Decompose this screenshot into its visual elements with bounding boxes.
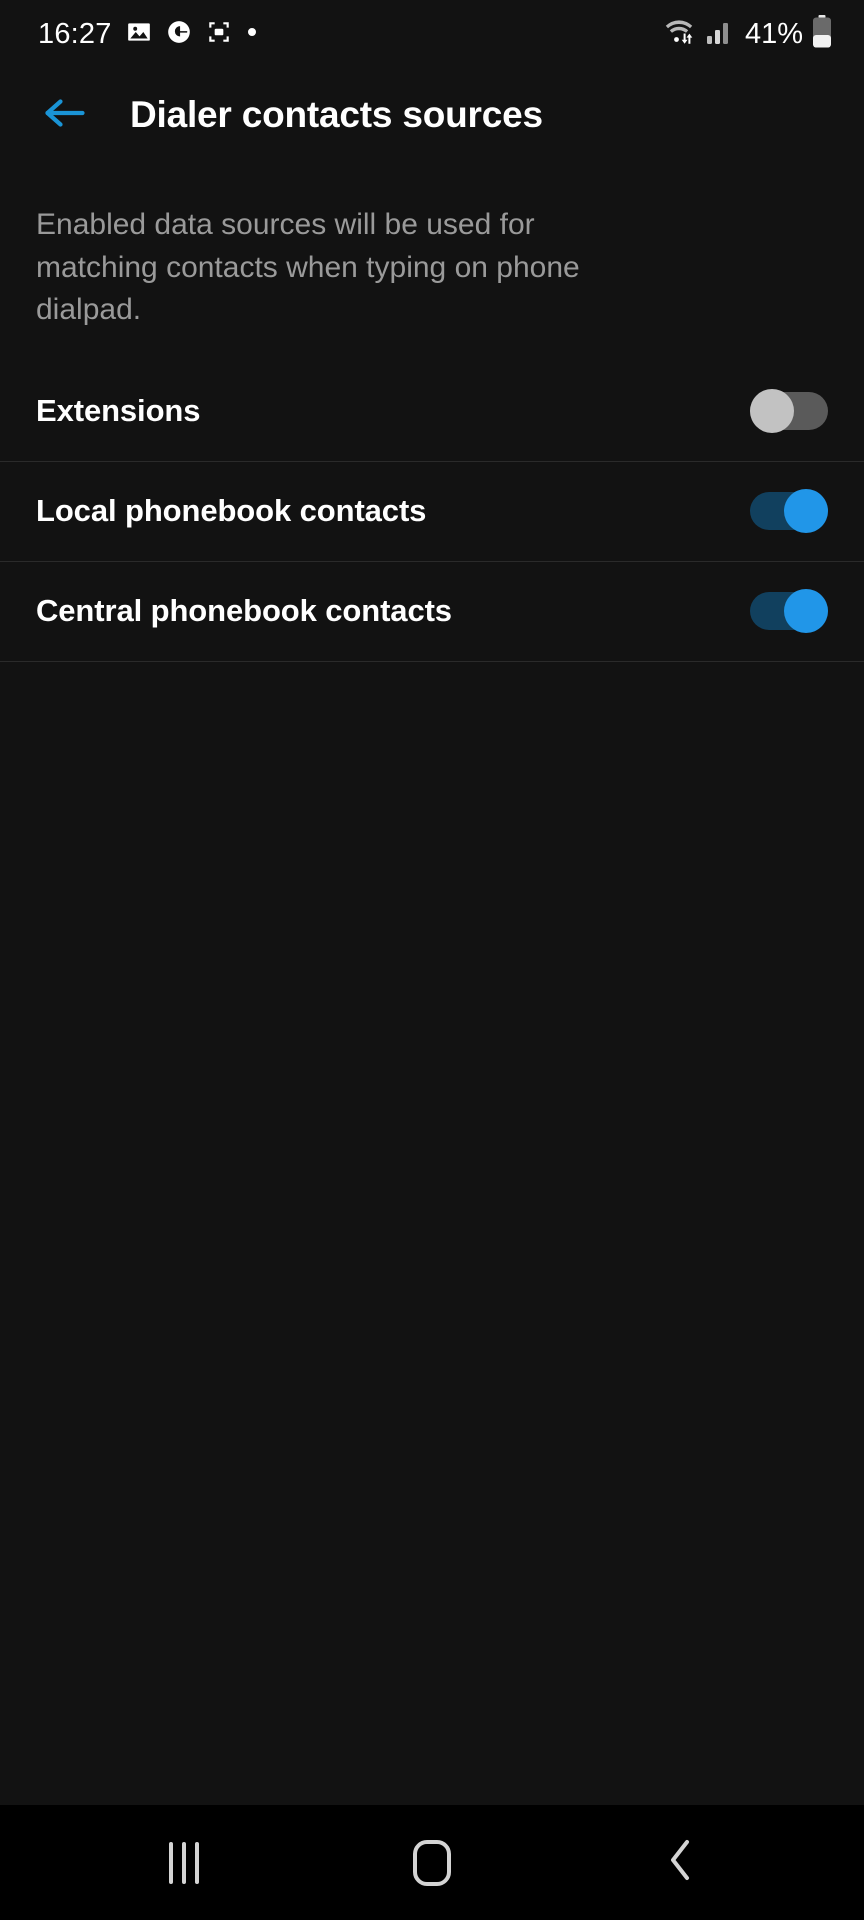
- arrow-left-icon: [42, 93, 88, 138]
- back-nav-button[interactable]: [625, 1818, 735, 1908]
- toggle-knob: [784, 589, 828, 634]
- status-bar: 16:27 41%: [0, 0, 864, 68]
- wifi-data-icon: [663, 17, 697, 52]
- google-assistant-icon: [166, 19, 192, 50]
- chevron-left-icon: [663, 1836, 697, 1889]
- toggle-local-phonebook-contacts[interactable]: [750, 489, 828, 534]
- status-bar-right: 41%: [663, 14, 832, 54]
- description-text: Enabled data sources will be used for ma…: [36, 208, 580, 327]
- system-navigation-bar: [0, 1805, 864, 1920]
- cellular-signal-icon: [706, 18, 732, 51]
- dot-icon: [246, 25, 258, 43]
- setting-label-extensions: Extensions: [36, 393, 201, 429]
- setting-label-local-phonebook-contacts: Local phonebook contacts: [36, 493, 427, 529]
- setting-row-central-phonebook-contacts[interactable]: Central phonebook contacts: [0, 561, 864, 662]
- battery-icon: [812, 14, 832, 54]
- app-bar: Dialer contacts sources: [0, 68, 864, 162]
- setting-label-central-phonebook-contacts: Central phonebook contacts: [36, 593, 452, 629]
- page-title: Dialer contacts sources: [130, 94, 543, 135]
- status-bar-left: 16:27: [38, 19, 258, 50]
- status-time: 16:27: [38, 17, 112, 50]
- screen-recorder-icon: [206, 19, 232, 50]
- toggle-central-phonebook-contacts[interactable]: [750, 589, 828, 634]
- recents-icon: [169, 1841, 199, 1884]
- content-empty-area: [0, 661, 864, 1805]
- settings-list: Extensions Local phonebook contacts Cent…: [0, 361, 864, 662]
- phone-screen: 16:27 41% Dialer contacts sources Enable…: [0, 0, 864, 1920]
- toggle-knob: [750, 389, 794, 434]
- setting-row-extensions[interactable]: Extensions: [0, 361, 864, 462]
- toggle-knob: [784, 489, 828, 534]
- setting-row-local-phonebook-contacts[interactable]: Local phonebook contacts: [0, 461, 864, 562]
- image-icon: [126, 19, 152, 50]
- back-button[interactable]: [36, 86, 94, 144]
- battery-percent-label: 41%: [744, 17, 803, 50]
- home-icon: [413, 1839, 451, 1886]
- recents-button[interactable]: [129, 1818, 239, 1908]
- home-button[interactable]: [377, 1818, 487, 1908]
- toggle-extensions[interactable]: [750, 389, 828, 434]
